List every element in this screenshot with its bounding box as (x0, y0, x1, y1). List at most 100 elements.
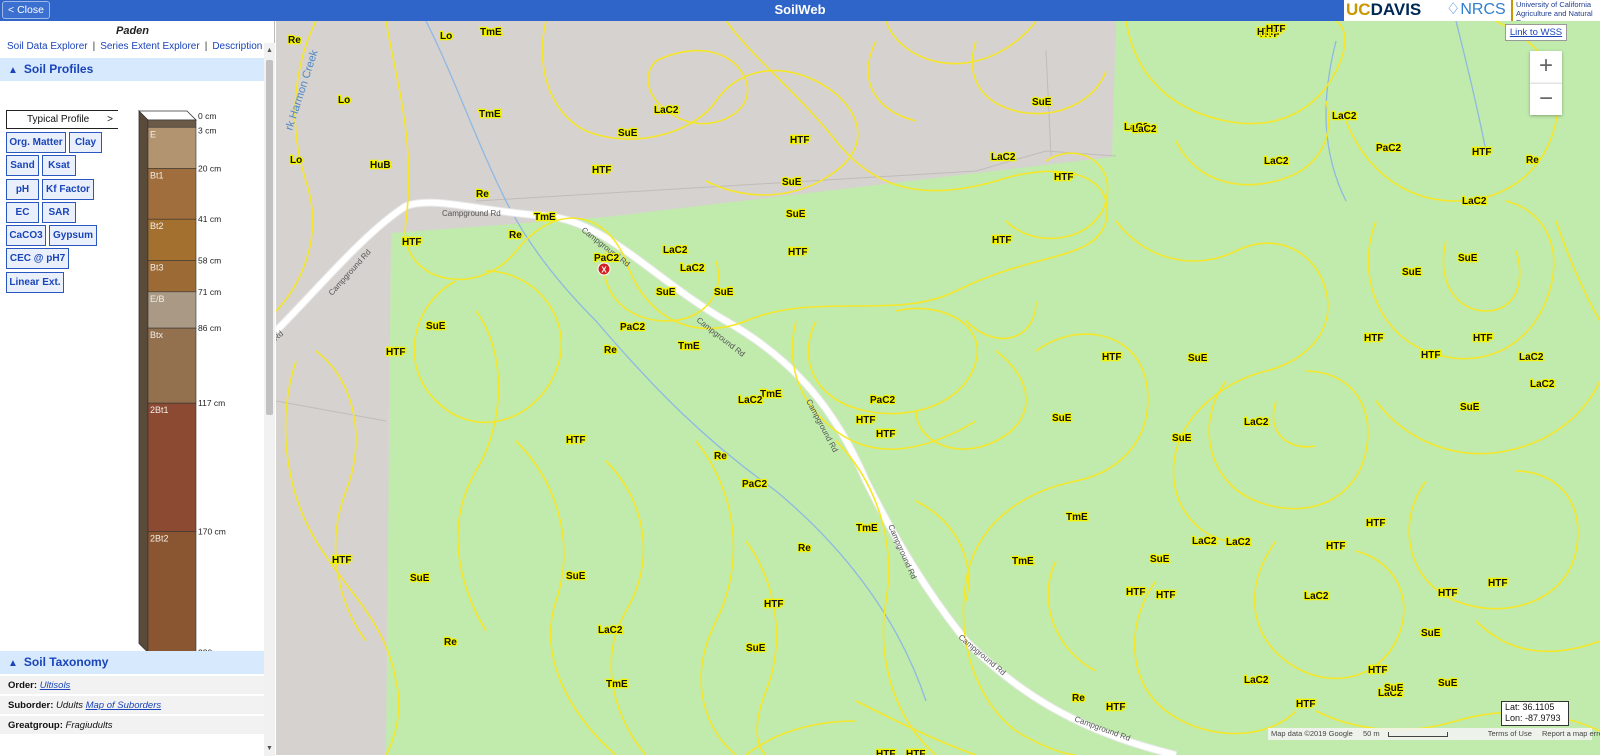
map-unit-label[interactable]: LaC2 (1303, 590, 1330, 604)
map-unit-label[interactable]: HTF (1437, 587, 1459, 601)
org-matter-button[interactable]: Org. Matter (6, 132, 66, 153)
map-unit-label[interactable]: HTF (331, 554, 353, 568)
kf-factor-button[interactable]: Kf Factor (42, 179, 94, 200)
map-unit-label[interactable]: LaC2 (653, 104, 680, 118)
zoom-in-button[interactable]: + (1530, 51, 1562, 83)
map-unit-label[interactable]: SuE (565, 570, 587, 584)
soil-data-explorer-link[interactable]: Soil Data Explorer (7, 41, 88, 52)
map-unit-label[interactable]: HTF (1155, 589, 1177, 603)
map-unit-label[interactable]: HTF (787, 246, 809, 260)
ph-button[interactable]: pH (6, 179, 39, 200)
map-unit-label[interactable]: SuE (617, 127, 639, 141)
map-unit-label[interactable]: LaC2 (1518, 351, 1545, 365)
map-view[interactable]: rk Harmon Creek Campground Rd Campground… (276, 21, 1600, 755)
map-unit-label[interactable]: LaC2 (679, 262, 706, 276)
map-unit-label[interactable]: HTF (385, 346, 407, 360)
map-unit-label[interactable]: SuE (425, 320, 447, 334)
map-unit-label[interactable]: Re (797, 542, 813, 556)
report-map-error-link[interactable]: Report a map error (1542, 729, 1600, 738)
link-to-wss[interactable]: Link to WSS (1505, 24, 1567, 41)
map-unit-label[interactable]: Lo (439, 30, 454, 44)
map-unit-label[interactable]: Re (1071, 692, 1087, 706)
description-link[interactable]: Description (212, 41, 262, 52)
map-unit-label[interactable]: LaC2 (1243, 416, 1270, 430)
map-unit-label[interactable]: LaC2 (1191, 535, 1218, 549)
map-unit-label[interactable]: HTF (875, 748, 897, 755)
ucdavis-logo[interactable]: UCDAVIS (1346, 1, 1421, 19)
map-unit-label[interactable]: SuE (1149, 553, 1171, 567)
map-unit-label[interactable]: SuE (1437, 677, 1459, 691)
map-unit-label[interactable]: Re (508, 229, 524, 243)
map-unit-label[interactable]: LaC2 (1331, 110, 1358, 124)
zoom-out-button[interactable]: − (1530, 83, 1562, 115)
map-unit-label[interactable]: SuE (785, 208, 807, 222)
map-unit-label[interactable]: SuE (745, 642, 767, 656)
map-unit-label[interactable]: SuE (1420, 627, 1442, 641)
map-unit-label[interactable]: HTF (1367, 664, 1389, 678)
map-unit-label[interactable]: LaC2 (990, 151, 1017, 165)
map-unit-label[interactable]: LaC2 (597, 624, 624, 638)
map-unit-label[interactable]: Re (713, 450, 729, 464)
map-unit-label[interactable]: TmE (479, 26, 504, 40)
map-unit-label[interactable]: LaC2 (1225, 536, 1252, 550)
map-unit-label[interactable]: SuE (1401, 266, 1423, 280)
map-unit-label[interactable]: SuE (1171, 432, 1193, 446)
map-unit-label[interactable]: SuE (1459, 401, 1481, 415)
order-link[interactable]: Ultisols (40, 680, 71, 691)
scroll-thumb[interactable] (266, 60, 273, 415)
map-unit-label[interactable]: PaC2 (593, 252, 621, 266)
map-unit-label[interactable]: TmE (677, 340, 702, 354)
map-unit-label[interactable]: Lo (337, 94, 352, 108)
map-unit-label[interactable]: Re (603, 344, 619, 358)
ksat-button[interactable]: Ksat (42, 155, 76, 176)
map-unit-label[interactable]: TmE (478, 108, 503, 122)
map-unit-label[interactable]: PaC2 (869, 394, 897, 408)
map-unit-label[interactable]: TmE (1065, 511, 1090, 525)
map-unit-label[interactable]: HTF (1265, 23, 1287, 37)
series-extent-explorer-link[interactable]: Series Extent Explorer (100, 41, 200, 52)
map-unit-label[interactable]: SuE (655, 286, 677, 300)
map-unit-label[interactable]: TmE (855, 522, 880, 536)
map-unit-label[interactable]: HTF (1487, 577, 1509, 591)
map-unit-label[interactable]: HTF (855, 414, 877, 428)
nrcs-logo[interactable]: ♢NRCS (1446, 1, 1506, 19)
map-unit-label[interactable]: PaC2 (1375, 142, 1403, 156)
map-unit-label[interactable]: SuE (1031, 96, 1053, 110)
map-of-suborders-link[interactable]: Map of Suborders (86, 700, 162, 711)
map-unit-label[interactable]: Re (287, 34, 303, 48)
map-unit-label[interactable]: SuE (1051, 412, 1073, 426)
map-unit-label[interactable]: Re (443, 636, 459, 650)
sand-button[interactable]: Sand (6, 155, 39, 176)
map-unit-label[interactable]: HTF (789, 134, 811, 148)
map-unit-label[interactable]: LaC2 (1529, 378, 1556, 392)
map-unit-label[interactable]: HTF (591, 164, 613, 178)
map-unit-label[interactable]: HTF (1420, 349, 1442, 363)
map-unit-label[interactable]: HTF (1105, 701, 1127, 715)
terms-of-use-link[interactable]: Terms of Use (1488, 729, 1532, 738)
clay-button[interactable]: Clay (69, 132, 102, 153)
map-unit-label[interactable]: PaC2 (619, 321, 647, 335)
map-unit-label[interactable]: HTF (905, 748, 927, 755)
map-unit-label[interactable]: TmE (759, 388, 784, 402)
map-unit-label[interactable]: HTF (1125, 586, 1147, 600)
soil-profiles-header[interactable]: ▲ Soil Profiles (0, 58, 264, 81)
map-unit-label[interactable]: HTF (1053, 171, 1075, 185)
map-unit-label[interactable]: SuE (409, 572, 431, 586)
map-unit-label[interactable]: TmE (605, 678, 630, 692)
map-canvas[interactable]: rk Harmon Creek Campground Rd Campground… (276, 21, 1600, 755)
map-unit-label[interactable]: LaC2 (1461, 195, 1488, 209)
map-unit-label[interactable]: HTF (1365, 517, 1387, 531)
map-unit-label[interactable]: Lo (289, 154, 304, 168)
sar-button[interactable]: SAR (42, 202, 76, 223)
map-unit-label[interactable]: TmE (1011, 555, 1036, 569)
map-unit-label[interactable]: HTF (875, 428, 897, 442)
map-unit-label[interactable]: HuB (369, 159, 392, 173)
sidebar-scrollbar[interactable]: ▲ ▼ (264, 43, 275, 756)
map-unit-label[interactable]: SuE (1383, 682, 1405, 696)
map-unit-label[interactable]: HTF (1472, 332, 1494, 346)
map-unit-label[interactable]: HTF (1471, 146, 1493, 160)
cec-ph7-button[interactable]: CEC @ pH7 (6, 248, 69, 269)
map-unit-label[interactable]: HTF (1101, 351, 1123, 365)
typical-profile-tab[interactable]: Typical Profile > (6, 110, 118, 129)
map-unit-label[interactable]: PaC2 (741, 478, 769, 492)
